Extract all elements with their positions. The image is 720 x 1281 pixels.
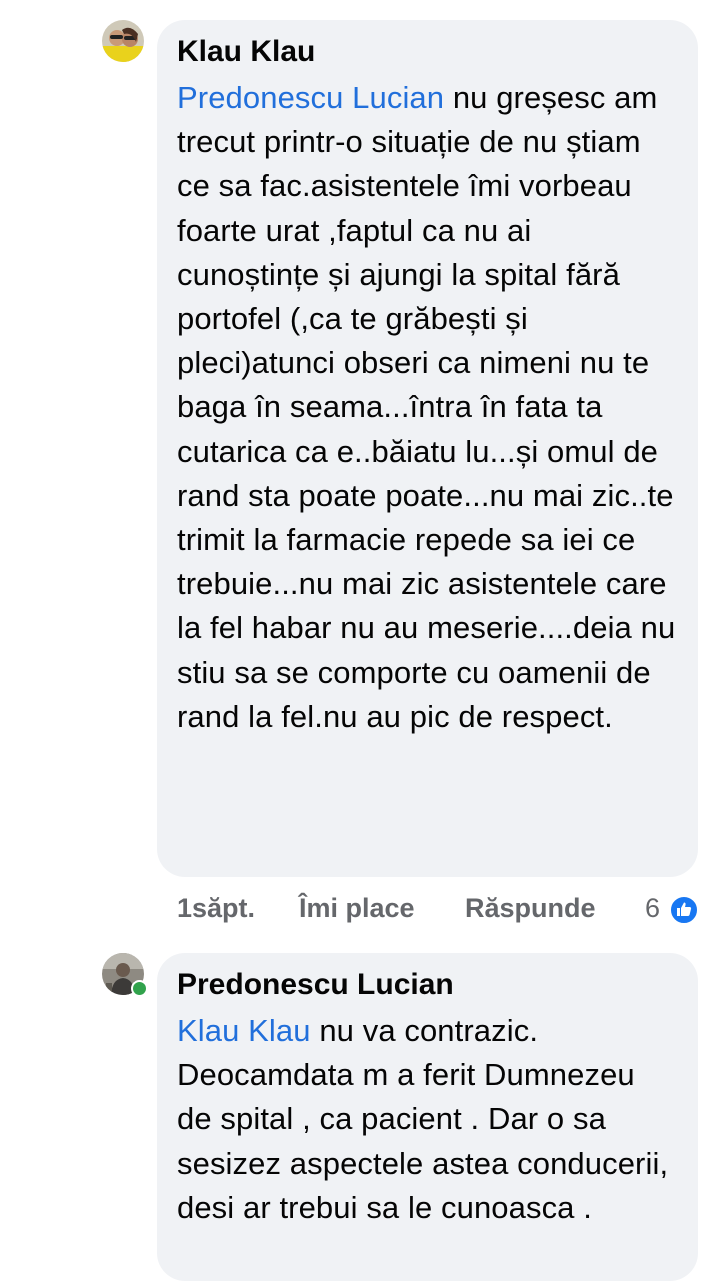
comment-author[interactable]: Klau Klau	[177, 34, 678, 70]
like-button[interactable]: Îmi place	[299, 893, 415, 924]
reaction-count[interactable]: 6	[645, 893, 660, 924]
mention-link[interactable]: Klau Klau	[177, 1013, 311, 1048]
comment-author[interactable]: Predonescu Lucian	[177, 967, 678, 1003]
reply-button[interactable]: Răspunde	[465, 893, 596, 924]
comment-text: Predonescu Lucian nu greșesc am trecut p…	[177, 76, 678, 739]
mention-link[interactable]: Predonescu Lucian	[177, 80, 444, 115]
like-thumb-icon[interactable]	[669, 895, 699, 925]
previous-comment-fragment: ·	[300, 0, 307, 9]
online-status-icon	[131, 980, 148, 997]
comment-bubble: Klau Klau Predonescu Lucian nu greșesc a…	[157, 20, 698, 877]
comment-text: Klau Klau nu va contrazic. Deocamdata m …	[177, 1009, 678, 1230]
comment-timestamp[interactable]: 1săpt.	[177, 893, 255, 924]
avatar[interactable]	[102, 20, 144, 62]
comment-body: nu greșesc am trecut printr-o situație d…	[177, 80, 676, 734]
comment-bubble: Predonescu Lucian Klau Klau nu va contra…	[157, 953, 698, 1281]
comment-actions: 1săpt. Îmi place Răspunde 6	[177, 893, 707, 929]
